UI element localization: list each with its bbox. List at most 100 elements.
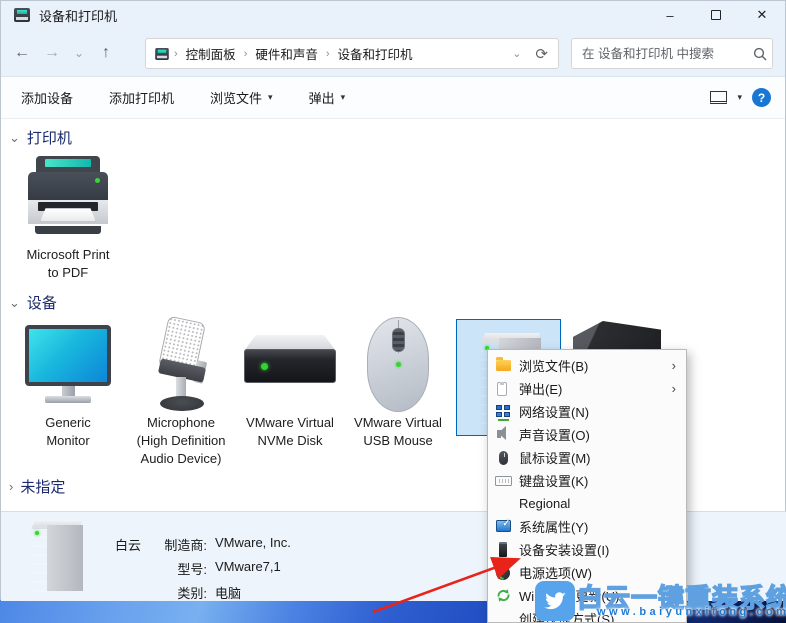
folder-icon xyxy=(495,357,519,374)
menu-item-label: 声音设置(O) xyxy=(519,428,590,443)
add-device-label: 添加设备 xyxy=(21,91,74,106)
minimize-button[interactable]: – xyxy=(647,1,693,29)
history-dropdown-icon[interactable]: ⌄ xyxy=(67,46,91,60)
network-icon xyxy=(495,404,519,421)
device-label-line: Generic xyxy=(45,415,91,430)
address-dropdown-icon[interactable]: ⌄ xyxy=(506,47,527,60)
menu-item-power-options[interactable]: 电源选项(W) xyxy=(488,561,686,584)
menu-item-label: 鼠标设置(M) xyxy=(519,451,591,466)
details-row-value: VMware7,1 xyxy=(215,559,281,574)
printer-label-line2: to PDF xyxy=(47,265,89,280)
device-label: Generic Monitor xyxy=(13,414,123,450)
chevron-down-icon: ⌄ xyxy=(9,129,20,145)
minimize-icon: – xyxy=(666,7,674,23)
device-label-line: Audio Device) xyxy=(140,451,222,466)
details-row-label: 制造商: xyxy=(164,538,207,553)
submenu-arrow-icon: › xyxy=(671,358,676,373)
menu-item-keyboard-settings[interactable]: 键盘设置(K) xyxy=(488,469,686,492)
maximize-button[interactable] xyxy=(693,1,739,29)
microphone-icon xyxy=(151,315,209,411)
device-label-line: VMware Virtual xyxy=(354,415,442,430)
menu-item-windows-update[interactable]: Windows 更新(U) xyxy=(488,584,686,607)
refresh-icon[interactable]: ⟳ xyxy=(527,45,550,63)
window-app-icon xyxy=(14,8,30,22)
devices-and-printers-screen: 设备和打印机 – ✕ ← → ⌄ ↑ › 控制面板 › 硬件和声音 › 设备和打… xyxy=(0,0,786,623)
search-box[interactable] xyxy=(571,38,773,69)
details-row-label: 类别: xyxy=(177,586,207,601)
mouse-icon xyxy=(495,450,519,466)
section-devices[interactable]: ⌄ 设备 xyxy=(9,292,57,313)
titlebar: 设备和打印机 – ✕ xyxy=(1,1,785,29)
printer-label-line1: Microsoft Print xyxy=(26,247,110,262)
section-devices-label: 设备 xyxy=(26,295,57,312)
add-printer-button[interactable]: 添加打印机 xyxy=(109,88,174,107)
windows-update-icon xyxy=(495,588,519,604)
chevron-right-icon: › xyxy=(9,479,14,494)
menu-item-device-installation-settings[interactable]: 设备安装设置(I) xyxy=(488,538,686,561)
view-dropdown-icon[interactable]: ▾ xyxy=(737,92,742,103)
view-toggle-icon[interactable] xyxy=(710,91,728,104)
context-menu: 浏览文件(B) › 弹出(E) › 网络设置(N) 声音设置(O) 鼠标设置(M… xyxy=(487,349,687,623)
help-button[interactable]: ? xyxy=(752,88,771,107)
breadcrumb-separator-icon: › xyxy=(243,47,248,60)
dropdown-icon: ▾ xyxy=(268,92,273,102)
device-label: VMware Virtual USB Mouse xyxy=(343,414,453,450)
menu-item-browse-files[interactable]: 浏览文件(B) › xyxy=(488,354,686,377)
device-name: 白云 xyxy=(114,538,141,553)
eject-label: 弹出 xyxy=(308,91,335,106)
details-row-value: 电脑 xyxy=(215,586,242,601)
close-button[interactable]: ✕ xyxy=(739,1,785,29)
forward-button[interactable]: → xyxy=(37,44,67,62)
device-label: VMware Virtual NVMe Disk xyxy=(235,414,345,450)
search-input[interactable] xyxy=(572,46,747,61)
search-icon[interactable] xyxy=(747,47,772,61)
section-printers[interactable]: ⌄ 打印机 xyxy=(9,127,72,148)
section-unspecified-label: 未指定 xyxy=(20,479,66,496)
device-label-line: NVMe Disk xyxy=(257,433,323,448)
monitor-icon xyxy=(25,325,111,407)
menu-item-mouse-settings[interactable]: 鼠标设置(M) xyxy=(488,446,686,469)
keyboard-icon xyxy=(495,473,519,489)
menu-item-network-settings[interactable]: 网络设置(N) xyxy=(488,400,686,423)
menu-item-label: Windows 更新(U) xyxy=(519,589,620,604)
up-button[interactable]: ↑ xyxy=(91,44,121,62)
add-device-button[interactable]: 添加设备 xyxy=(21,88,73,107)
back-button[interactable]: ← xyxy=(7,44,37,62)
details-info: 白云 制造商: VMware, Inc. 型号: VMware7,1 类别: 电… xyxy=(93,535,291,602)
maximize-icon xyxy=(711,10,721,20)
chevron-down-icon: ⌄ xyxy=(9,294,20,310)
printer-icon xyxy=(28,156,108,234)
menu-item-regional[interactable]: Regional xyxy=(488,492,686,515)
breadcrumb-hardware-sound[interactable]: 硬件和声音 xyxy=(251,44,322,63)
menu-item-sound-settings[interactable]: 声音设置(O) xyxy=(488,423,686,446)
browse-files-label: 浏览文件 xyxy=(210,91,263,106)
breadcrumb-control-panel[interactable]: 控制面板 xyxy=(182,44,240,63)
disk-icon xyxy=(244,335,336,387)
details-row-label: 型号: xyxy=(177,562,207,577)
browse-files-button[interactable]: 浏览文件 ▾ xyxy=(210,88,273,107)
close-icon: ✕ xyxy=(756,7,768,22)
device-install-icon xyxy=(495,541,519,558)
device-label-line: Microphone xyxy=(147,415,215,430)
menu-item-system-properties[interactable]: 系统属性(Y) xyxy=(488,515,686,538)
menu-item-label: 弹出(E) xyxy=(519,382,563,397)
section-printers-label: 打印机 xyxy=(26,130,72,147)
menu-item-eject[interactable]: 弹出(E) › xyxy=(488,377,686,400)
menu-item-label: 电源选项(W) xyxy=(519,566,592,581)
power-options-icon xyxy=(495,565,519,581)
mouse-icon xyxy=(367,317,429,412)
menu-item-create-shortcut[interactable]: 创建快捷方式(S) xyxy=(488,607,686,622)
dropdown-icon: ▾ xyxy=(340,92,346,102)
printer-item-label: Microsoft Print to PDF xyxy=(8,246,128,282)
address-bar[interactable]: › 控制面板 › 硬件和声音 › 设备和打印机 ⌄ ⟳ xyxy=(145,38,559,69)
section-unspecified[interactable]: › 未指定 xyxy=(9,476,65,497)
computer-tower-icon xyxy=(31,521,83,593)
add-printer-label: 添加打印机 xyxy=(109,91,175,106)
window-title: 设备和打印机 xyxy=(39,8,118,24)
breadcrumb-separator-icon: › xyxy=(174,47,178,60)
device-label-line: USB Mouse xyxy=(363,433,433,448)
breadcrumb-devices-printers[interactable]: 设备和打印机 xyxy=(334,44,417,63)
eject-button[interactable]: 弹出 ▾ xyxy=(309,88,346,107)
command-toolbar: 添加设备 添加打印机 浏览文件 ▾ 弹出 ▾ ▾ ? xyxy=(1,77,785,119)
device-label-line: (High Definition xyxy=(136,433,226,448)
